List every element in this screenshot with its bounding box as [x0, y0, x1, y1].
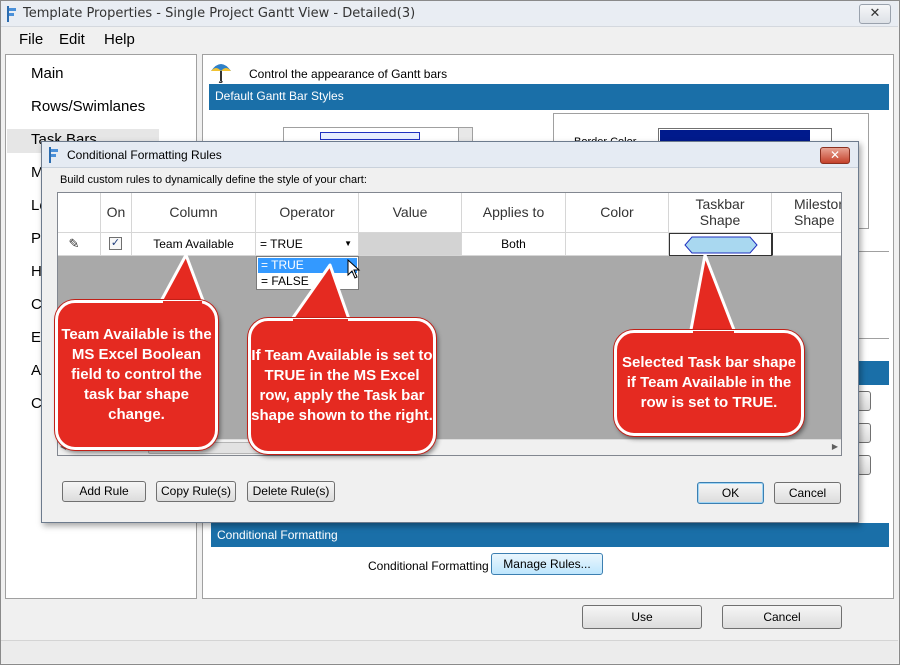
- callout-joins: [163, 301, 734, 339]
